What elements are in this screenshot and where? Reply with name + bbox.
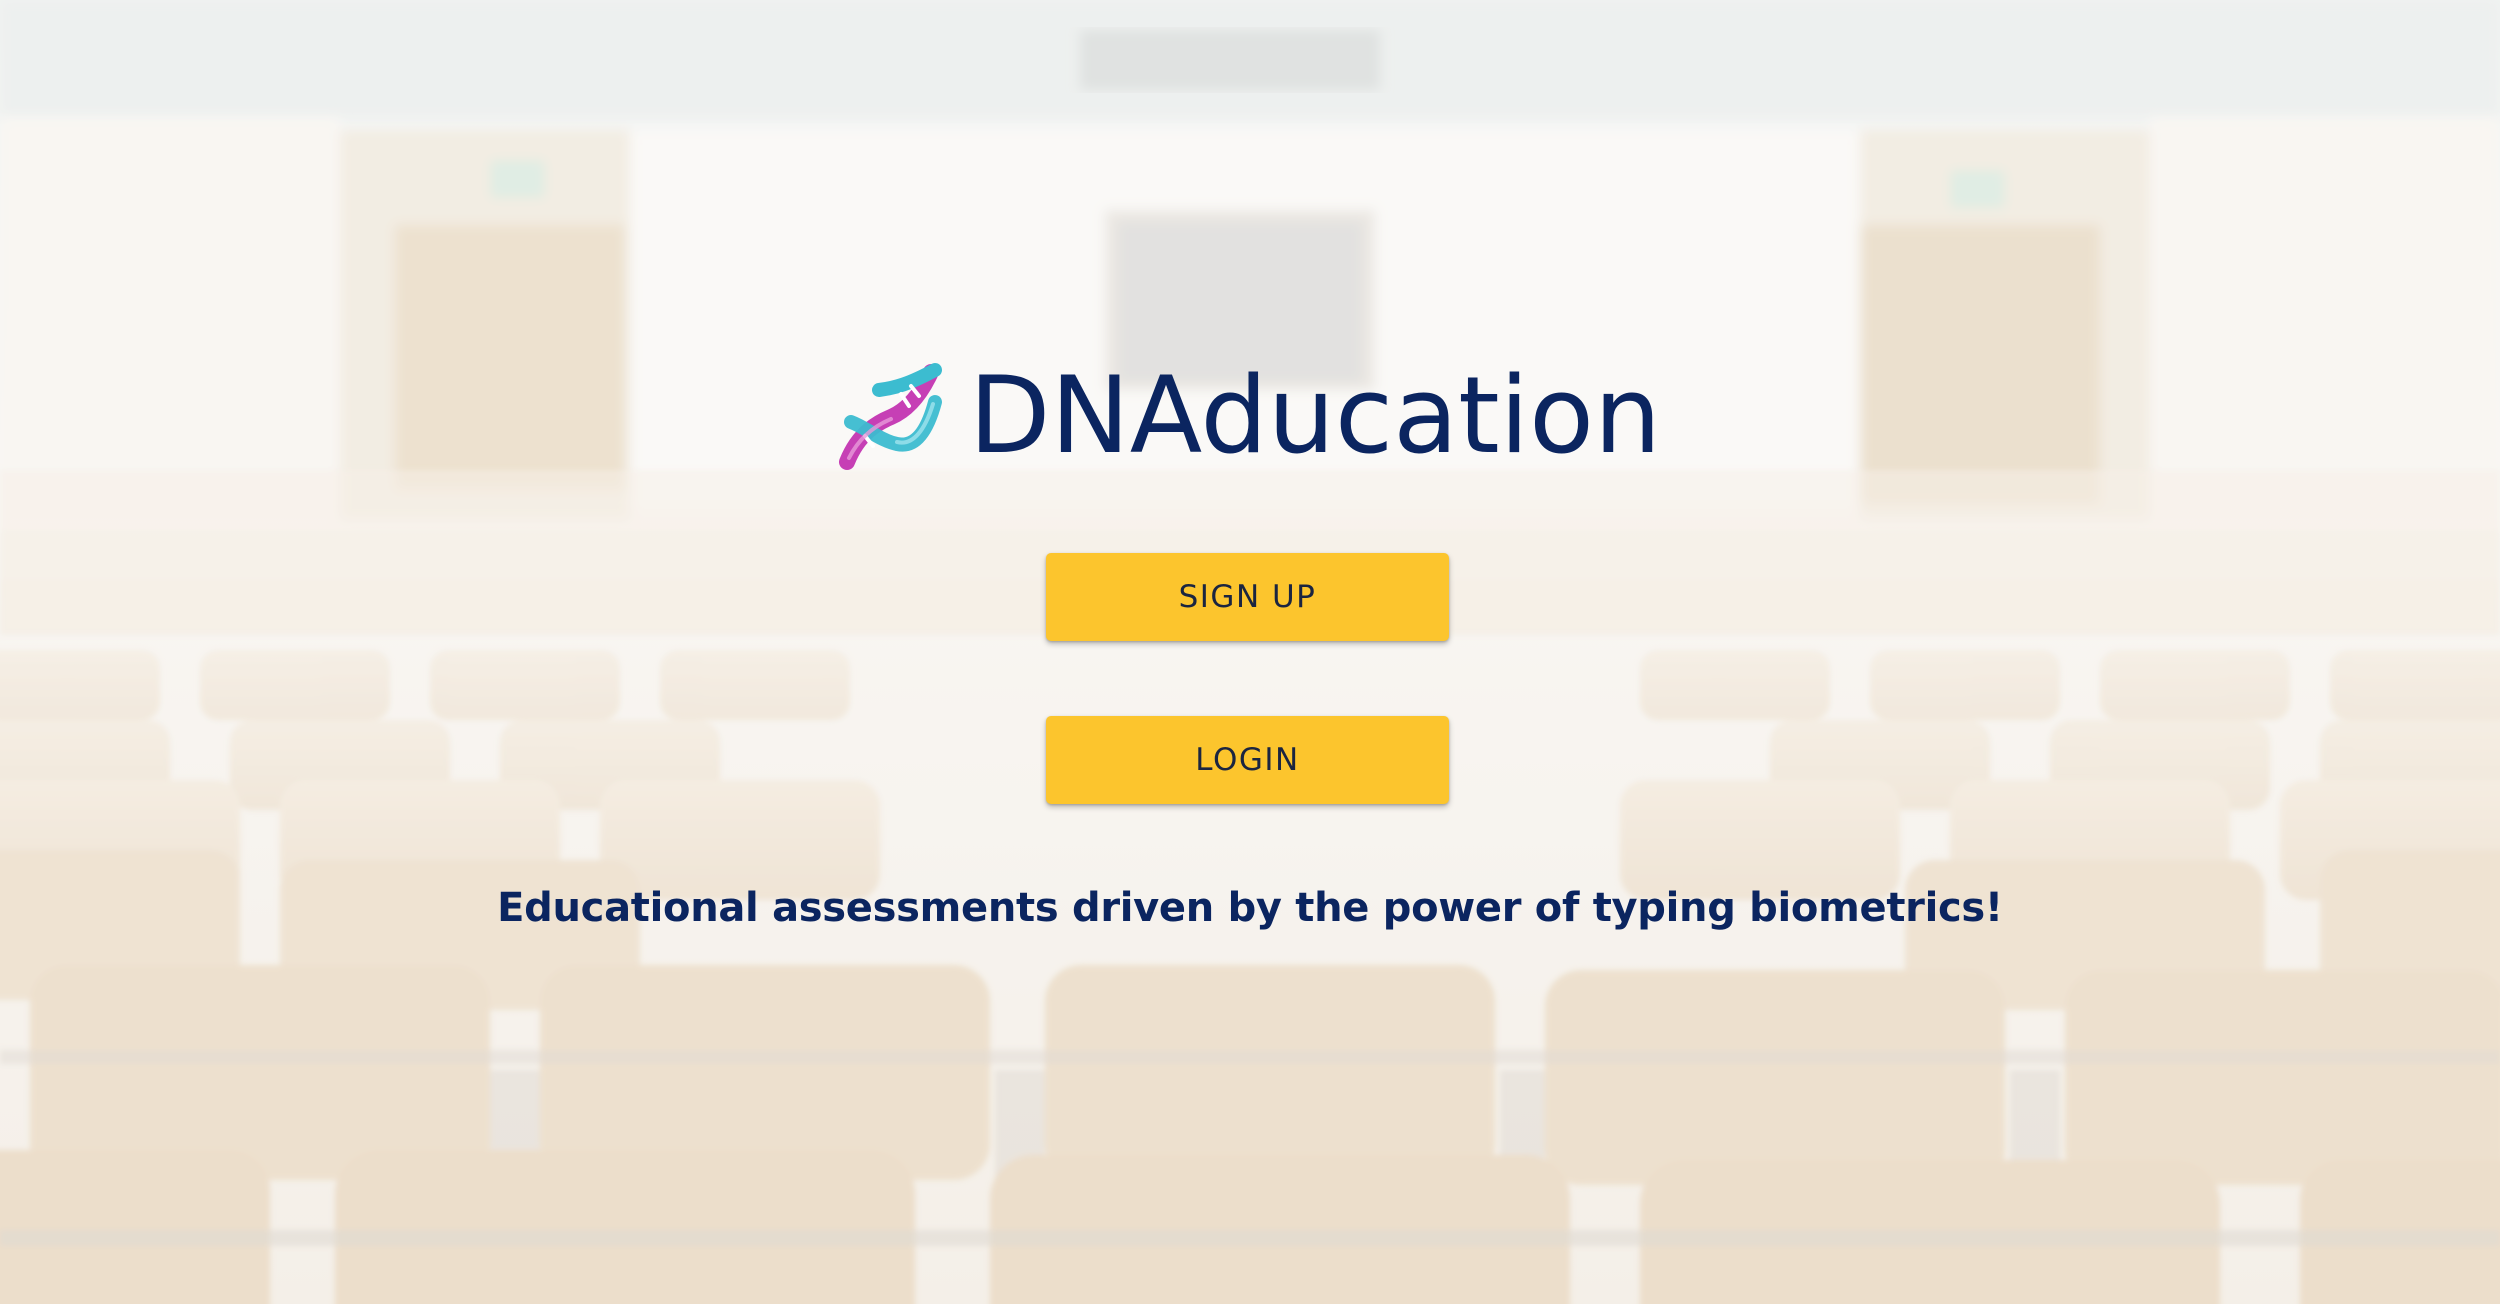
sign-up-button[interactable]: SIGN UP (1046, 553, 1449, 641)
tagline: Educational assessments driven by the po… (497, 885, 2003, 931)
landing-page: DNAducation SIGN UP LOGIN Educational as… (0, 0, 2500, 1304)
hero: DNAducation SIGN UP LOGIN Educational as… (0, 0, 2500, 1304)
brand-logo: DNAducation (0, 340, 2500, 490)
brand-title: DNAducation (968, 353, 1662, 477)
dna-icon (838, 363, 942, 470)
login-button[interactable]: LOGIN (1046, 716, 1449, 804)
